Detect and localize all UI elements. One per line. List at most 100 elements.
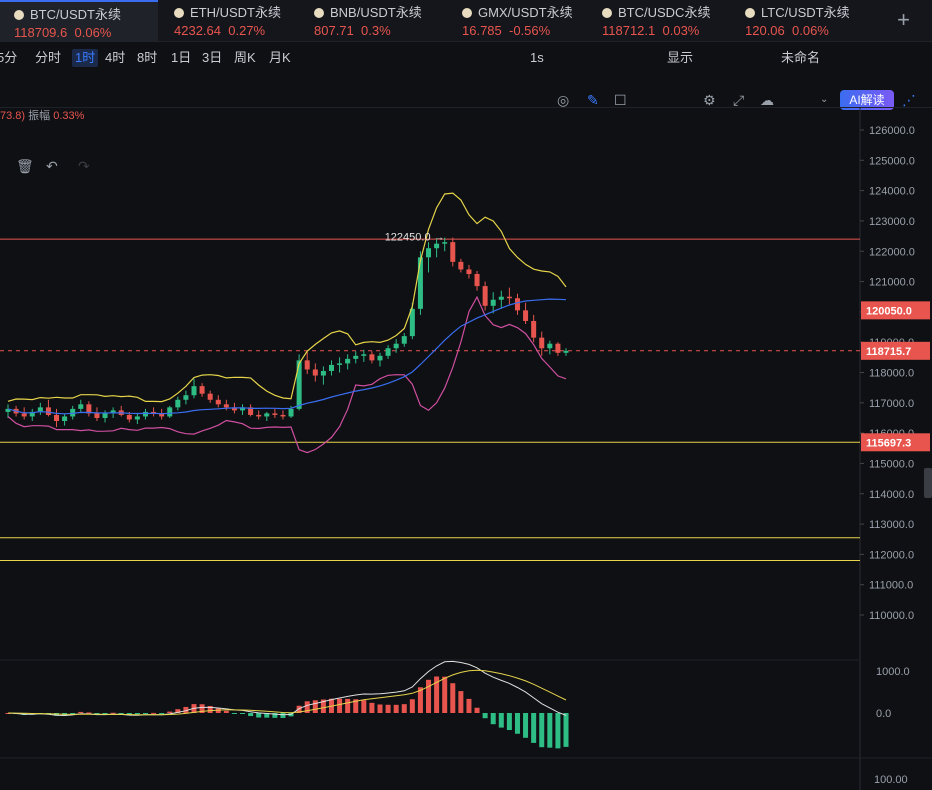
price-tick-label: 122000.0	[869, 246, 915, 258]
price-tick-label: 115000.0	[869, 458, 914, 470]
candle-body	[337, 363, 343, 365]
refresh-interval-button[interactable]: 1s	[530, 49, 544, 67]
tab-price-row: 118709.6 0.06%	[14, 24, 158, 42]
timeframe-4[interactable]: 8时	[137, 49, 157, 67]
price-tick-label: 123000.0	[869, 216, 915, 228]
drawing-toolbar: 🗑 ↶ ↷	[0, 74, 932, 174]
timeframe-6[interactable]: 3日	[202, 49, 222, 67]
tab-spacer	[785, 23, 792, 38]
timeframe-2[interactable]: 1时	[72, 49, 99, 67]
macd-histogram-bar	[377, 704, 383, 713]
candle-body	[272, 413, 278, 415]
symbol-tab[interactable]: GMX/USDT永续 16.785 -0.56%	[448, 0, 588, 42]
layout-name-select[interactable]: 未命名	[781, 49, 820, 67]
macd-histogram-bar	[248, 713, 254, 717]
candle-body	[426, 248, 432, 258]
macd-histogram-bar	[361, 700, 367, 713]
candle-body	[377, 355, 383, 361]
macd-histogram-bar	[385, 704, 391, 713]
tab-price: 807.71	[314, 23, 354, 38]
macd-histogram-bar	[134, 713, 140, 715]
tab-spacer	[502, 23, 509, 38]
tab-change: 0.03%	[662, 23, 700, 38]
candle-body	[94, 413, 100, 418]
candle-body	[45, 407, 51, 415]
tab-spacer	[655, 23, 662, 38]
macd-histogram-bar	[442, 676, 448, 713]
timeframe-0[interactable]: 5分	[0, 49, 17, 67]
candle-body	[531, 320, 537, 338]
symbol-tab[interactable]: ETH/USDT永续 4232.64 0.27%	[160, 0, 300, 42]
macd-histogram-bar	[78, 711, 84, 713]
candle-body	[353, 355, 359, 359]
macd-histogram-bar	[563, 713, 569, 747]
candle-body	[304, 360, 310, 370]
macd-histogram-bar	[256, 713, 262, 718]
candle-body	[54, 414, 60, 421]
high-price-label: 122450.0 →	[385, 232, 445, 244]
candle-body	[264, 413, 270, 417]
candle-body	[539, 337, 545, 349]
candle-body	[312, 369, 318, 376]
candlestick-chart[interactable]: 126000.0 125000.0 124000.0 123000.0 122000.0…	[0, 108, 932, 790]
macd-histogram-bar	[531, 713, 537, 743]
symbol-tab[interactable]: BTC/USDC永续 118712.1 0.03%	[588, 0, 728, 42]
price-tag-label: 115697.3	[866, 437, 911, 449]
symbol-tab[interactable]: BTC/USDT永续 118709.6 0.06%	[0, 0, 158, 42]
timeframe-7[interactable]: 周K	[234, 49, 256, 67]
candle-body	[514, 298, 520, 311]
candle-body	[256, 414, 262, 417]
price-tick-label: 114000.0	[869, 489, 914, 501]
macd-histogram-bar	[498, 713, 504, 728]
macd-histogram-bar	[159, 713, 165, 714]
price-tick-label: 125000.0	[869, 155, 915, 167]
timeframe-1[interactable]: 分时	[35, 49, 61, 67]
candle-body	[369, 354, 375, 361]
macd-histogram-bar	[458, 691, 464, 713]
price-tick-label: 121000.0	[869, 277, 915, 289]
candle-body	[207, 393, 213, 400]
indicator-tick-label: 0.0	[876, 708, 891, 720]
tab-change: 0.06%	[792, 23, 829, 38]
macd-histogram-bar	[102, 713, 108, 714]
candle-body	[555, 343, 561, 353]
macd-histogram-bar	[151, 712, 157, 714]
price-tag-label: 118715.7	[866, 346, 911, 358]
candle-body	[482, 286, 488, 306]
price-tick-label: 126000.0	[869, 125, 915, 137]
macd-histogram-bar	[280, 713, 286, 718]
macd-histogram-bar	[426, 679, 432, 713]
symbol-tab[interactable]: BNB/USDT永续 807.71 0.3%	[300, 0, 440, 42]
tab-symbol: LTC/USDT永续	[745, 4, 871, 22]
add-tab-button[interactable]: +	[897, 8, 910, 32]
candle-body	[466, 269, 472, 274]
macd-histogram-bar	[369, 702, 375, 713]
price-tick-label: 110000.0	[869, 610, 914, 622]
candle-body	[183, 395, 189, 400]
macd-histogram-bar	[393, 704, 399, 713]
macd-histogram-bar	[240, 713, 246, 714]
display-button[interactable]: 显示	[667, 49, 693, 67]
price-tag-label: 120050.0	[866, 305, 912, 317]
candle-body	[62, 416, 68, 421]
candle-body	[490, 299, 496, 306]
tab-change: -0.56%	[509, 23, 551, 38]
candle-body	[345, 358, 351, 364]
symbol-tab[interactable]: LTC/USDT永续 120.06 0.06%	[731, 0, 871, 42]
timeframe-3[interactable]: 4时	[105, 49, 125, 67]
timeframe-8[interactable]: 月K	[269, 49, 291, 67]
candle-body	[288, 408, 294, 417]
macd-histogram-bar	[223, 710, 229, 713]
tab-price-row: 16.785 -0.56%	[462, 22, 588, 40]
macd-histogram-bar	[555, 713, 561, 749]
macd-histogram-bar	[450, 683, 456, 713]
price-axis-scroll-handle	[924, 468, 932, 498]
price-tick-label: 113000.0	[869, 519, 914, 531]
tab-spacer	[67, 25, 74, 40]
tab-price-row: 118712.1 0.03%	[602, 22, 728, 40]
timeframe-5[interactable]: 1日	[171, 49, 191, 67]
third-pane-tick-label: 100.00	[874, 774, 908, 786]
candle-body	[434, 243, 440, 249]
macd-histogram-bar	[506, 713, 512, 731]
candle-body	[126, 414, 132, 420]
